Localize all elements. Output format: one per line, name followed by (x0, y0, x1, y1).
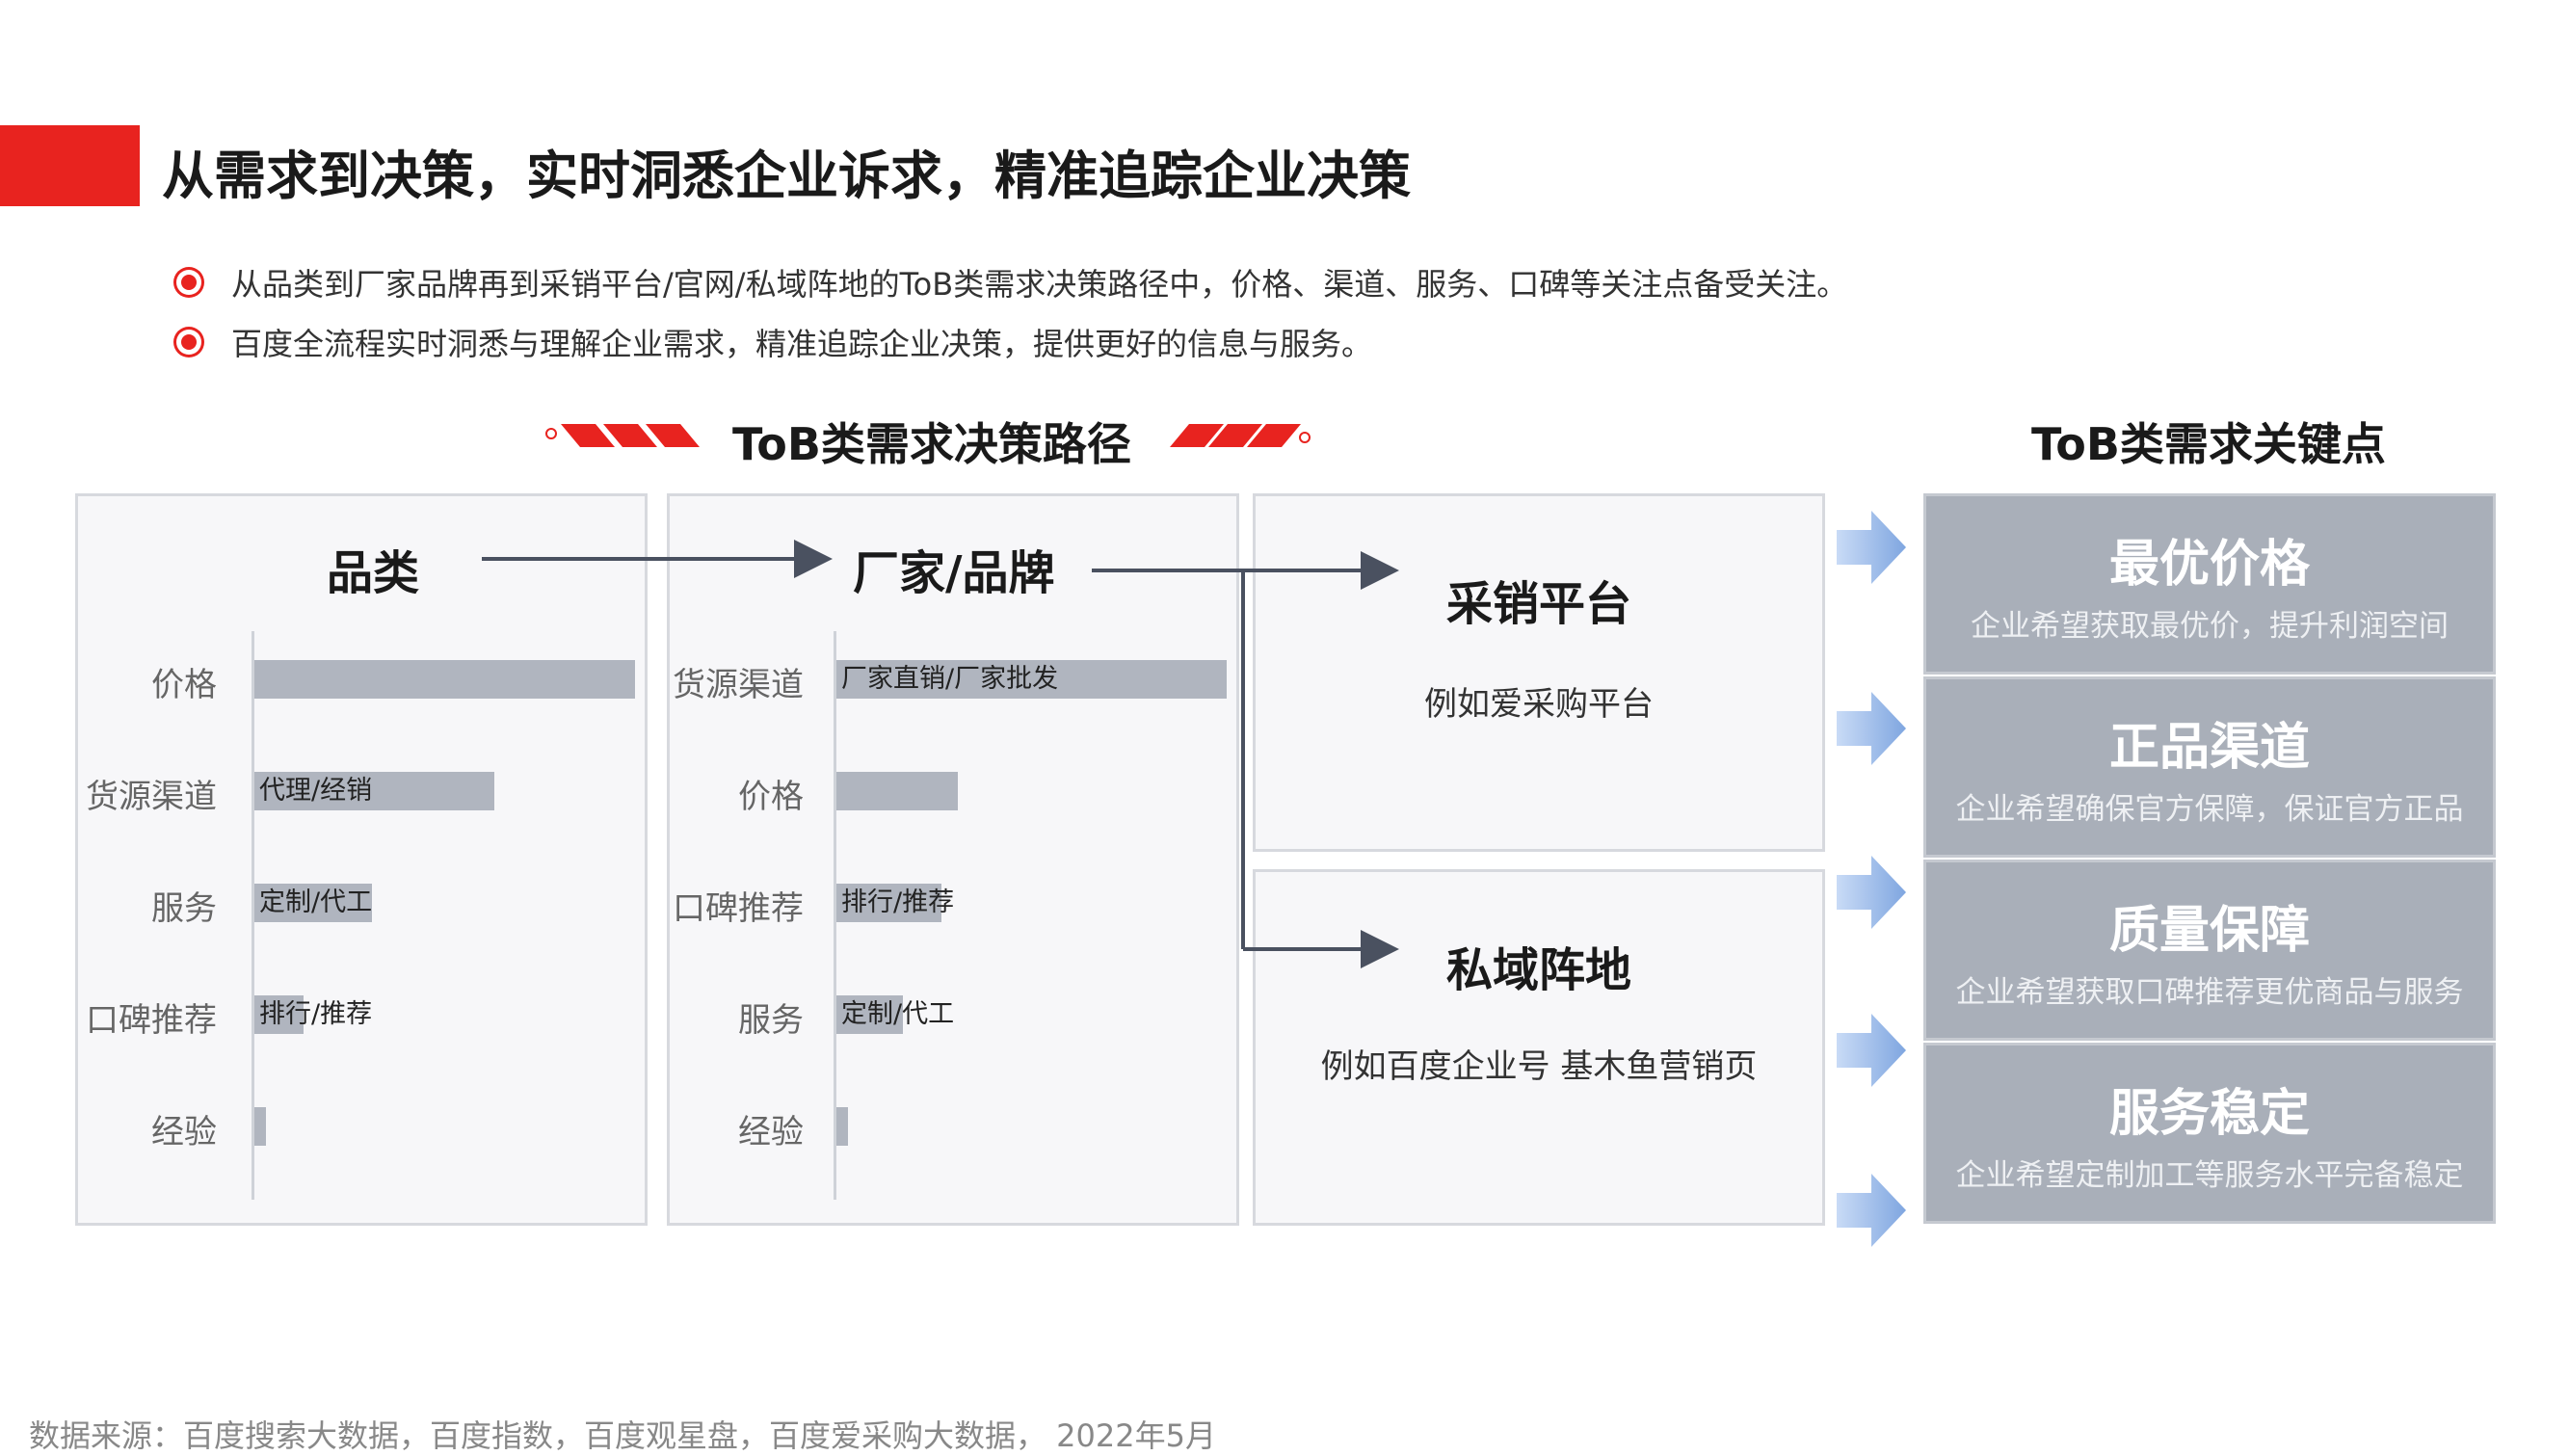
blue-arrow-icon (1837, 692, 1906, 765)
key-point-title: 服务稳定 (2108, 1085, 2310, 1143)
key-point-subtitle: 企业希望获取最优价，提升利润空间 (1971, 609, 2449, 644)
key-point-subtitle: 企业希望确保官方保障，保证官方正品 (1955, 792, 2464, 827)
blue-arrow-icon (1837, 856, 1906, 929)
blue-arrow-icon (1837, 511, 1906, 584)
key-point-card: 质量保障企业希望获取口碑推荐更优商品与服务 (1923, 860, 2496, 1041)
key-point-title: 最优价格 (2108, 536, 2310, 594)
key-point-card: 服务稳定企业希望定制加工等服务水平完备稳定 (1923, 1043, 2496, 1224)
blue-arrow-icon (1837, 1174, 1906, 1247)
key-point-title: 质量保障 (2108, 902, 2310, 960)
source-footnote: 数据来源：百度搜索大数据，百度指数，百度观星盘，百度爱采购大数据， 2022年5… (29, 1417, 1216, 1454)
key-point-subtitle: 企业希望定制加工等服务水平完备稳定 (1955, 1158, 2464, 1193)
key-point-subtitle: 企业希望获取口碑推荐更优商品与服务 (1955, 975, 2464, 1010)
blue-arrow-icon (1837, 1014, 1906, 1087)
key-point-card: 正品渠道企业希望确保官方保障，保证官方正品 (1923, 676, 2496, 858)
key-point-card: 最优价格企业希望获取最优价，提升利润空间 (1923, 493, 2496, 675)
key-point-title: 正品渠道 (2108, 719, 2310, 777)
